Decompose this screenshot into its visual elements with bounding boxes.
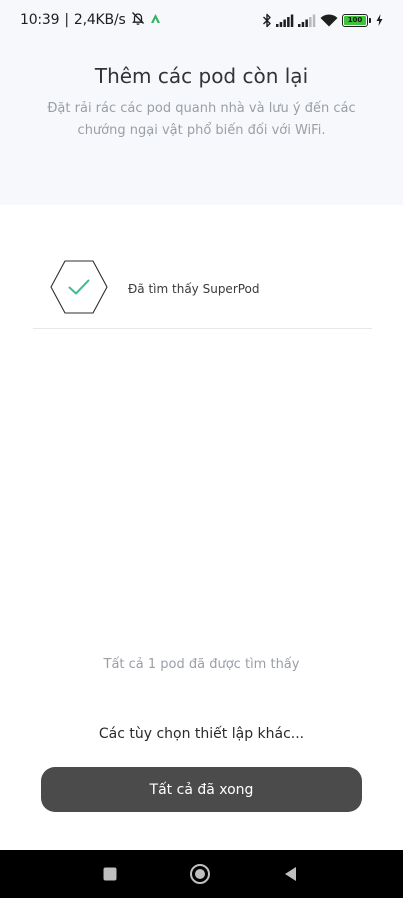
pods-found-count: Tất cả 1 pod đã được tìm thấy bbox=[103, 657, 300, 672]
network-speed: 2,4KB/s bbox=[73, 12, 126, 28]
status-bar: 10:39 | 2,4KB/s 100 bbox=[0, 0, 403, 40]
status-separator: | bbox=[64, 12, 69, 28]
signal-icon-2 bbox=[298, 14, 316, 27]
status-left: 10:39 | 2,4KB/s bbox=[20, 11, 161, 29]
home-icon[interactable] bbox=[188, 862, 212, 886]
status-time: 10:39 bbox=[20, 12, 60, 28]
more-setup-options-link[interactable]: Các tùy chọn thiết lập khác... bbox=[0, 726, 403, 742]
pod-status-label: Đã tìm thấy SuperPod bbox=[128, 282, 260, 296]
page-title: Thêm các pod còn lại bbox=[94, 64, 309, 88]
app-screen: 10:39 | 2,4KB/s 100 Thêm các pod còn lại… bbox=[0, 0, 403, 898]
header: Thêm các pod còn lại Đặt rải rác các pod… bbox=[0, 40, 403, 205]
signal-icon bbox=[276, 14, 294, 27]
battery-icon: 100 bbox=[342, 13, 371, 27]
mute-bell-icon bbox=[131, 11, 145, 29]
page-subtitle: Đặt rải rác các pod quanh nhà và lưu ý đ… bbox=[47, 101, 356, 138]
bluetooth-icon bbox=[262, 13, 272, 28]
hexagon-check-icon bbox=[48, 258, 110, 316]
back-icon[interactable] bbox=[279, 862, 303, 886]
wifi-icon bbox=[320, 13, 338, 27]
battery-level: 100 bbox=[344, 15, 366, 25]
recent-apps-icon[interactable] bbox=[98, 862, 122, 886]
done-button[interactable]: Tất cả đã xong bbox=[41, 767, 362, 812]
app-notification-icon bbox=[150, 12, 161, 28]
pod-list-item: Đã tìm thấy SuperPod bbox=[33, 252, 372, 329]
status-right: 100 bbox=[262, 12, 383, 28]
navigation-bar bbox=[0, 850, 403, 898]
charging-icon bbox=[376, 14, 383, 26]
